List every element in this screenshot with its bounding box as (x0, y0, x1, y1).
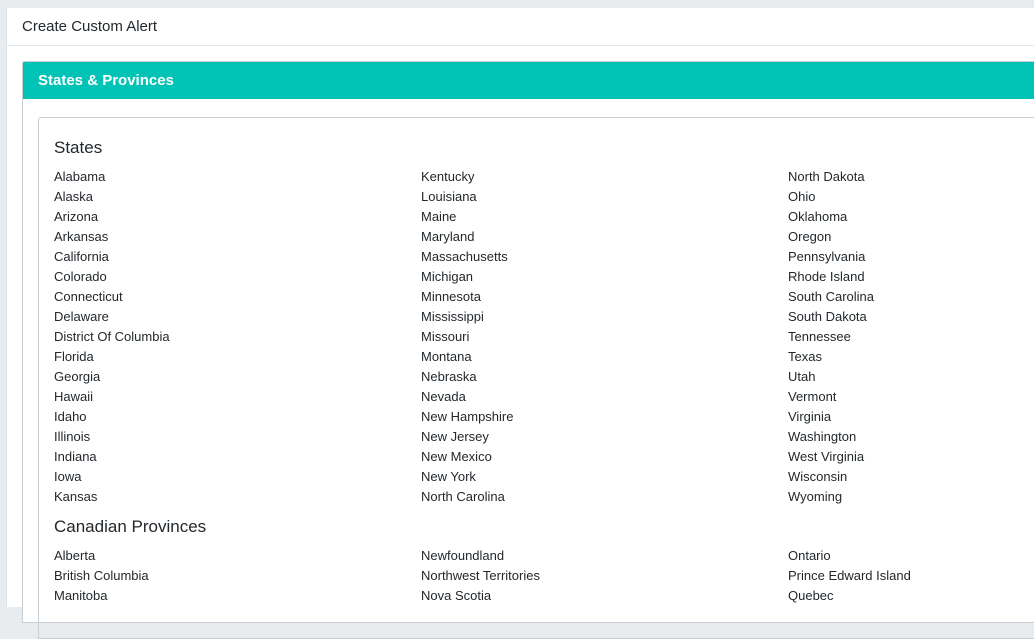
state-item[interactable]: Wyoming (788, 487, 1034, 507)
state-item[interactable]: North Carolina (421, 487, 788, 507)
state-item[interactable]: New York (421, 467, 788, 487)
province-item[interactable]: Ontario (788, 546, 1034, 566)
state-item[interactable]: Alabama (54, 167, 421, 187)
state-item[interactable]: Delaware (54, 307, 421, 327)
state-item[interactable]: Rhode Island (788, 267, 1034, 287)
state-item[interactable]: Illinois (54, 427, 421, 447)
card-title: States & Provinces (38, 72, 174, 89)
state-item[interactable]: South Dakota (788, 307, 1034, 327)
state-item[interactable]: Oregon (788, 227, 1034, 247)
province-item[interactable]: Manitoba (54, 586, 421, 606)
state-item[interactable]: California (54, 247, 421, 267)
state-item[interactable]: Georgia (54, 367, 421, 387)
state-item[interactable]: Mississippi (421, 307, 788, 327)
states-list: Alabama Alaska Arizona Arkansas California Co… (54, 167, 1034, 507)
region-panel: States Alabama Alaska Arizona Arkansas Calif… (38, 117, 1034, 639)
state-item[interactable]: Florida (54, 347, 421, 367)
state-item[interactable]: Utah (788, 367, 1034, 387)
state-item[interactable]: Maryland (421, 227, 788, 247)
state-item[interactable]: Tennessee (788, 327, 1034, 347)
state-item[interactable]: Texas (788, 347, 1034, 367)
state-item[interactable]: Indiana (54, 447, 421, 467)
state-item[interactable]: Hawaii (54, 387, 421, 407)
state-item[interactable]: North Dakota (788, 167, 1034, 187)
state-item[interactable]: South Carolina (788, 287, 1034, 307)
state-item[interactable]: Minnesota (421, 287, 788, 307)
state-item[interactable]: Virginia (788, 407, 1034, 427)
province-item[interactable]: British Columbia (54, 566, 421, 586)
state-item[interactable]: Nevada (421, 387, 788, 407)
province-item[interactable]: Prince Edward Island (788, 566, 1034, 586)
state-item[interactable]: Missouri (421, 327, 788, 347)
state-item[interactable]: West Virginia (788, 447, 1034, 467)
state-item[interactable]: New Hampshire (421, 407, 788, 427)
province-item[interactable]: Nova Scotia (421, 586, 788, 606)
state-item[interactable]: Pennsylvania (788, 247, 1034, 267)
state-item[interactable]: Iowa (54, 467, 421, 487)
state-item[interactable]: New Jersey (421, 427, 788, 447)
state-item[interactable]: Maine (421, 207, 788, 227)
state-item[interactable]: Ohio (788, 187, 1034, 207)
state-item[interactable]: District Of Columbia (54, 327, 421, 347)
state-item[interactable]: Kansas (54, 487, 421, 507)
state-item[interactable]: Michigan (421, 267, 788, 287)
state-item[interactable]: Louisiana (421, 187, 788, 207)
province-item[interactable]: Alberta (54, 546, 421, 566)
state-item[interactable]: Arkansas (54, 227, 421, 247)
states-provinces-card: States & Provinces States Alabama Alaska A… (22, 61, 1034, 639)
province-item[interactable]: Northwest Territories (421, 566, 788, 586)
state-item[interactable]: Idaho (54, 407, 421, 427)
state-item[interactable]: New Mexico (421, 447, 788, 467)
state-item[interactable]: Washington (788, 427, 1034, 447)
states-section-title: States (54, 138, 103, 157)
state-item[interactable]: Nebraska (421, 367, 788, 387)
page-title: Create Custom Alert (22, 18, 158, 35)
state-item[interactable]: Wisconsin (788, 467, 1034, 487)
province-item[interactable]: Newfoundland (421, 546, 788, 566)
state-item[interactable]: Kentucky (421, 167, 788, 187)
province-item[interactable]: Quebec (788, 586, 1034, 606)
provinces-section-title: Canadian Provinces (54, 517, 207, 536)
state-item[interactable]: Arizona (54, 207, 421, 227)
page-header: Create Custom Alert (7, 8, 1034, 46)
state-item[interactable]: Colorado (54, 267, 421, 287)
state-item[interactable]: Vermont (788, 387, 1034, 407)
state-item[interactable]: Connecticut (54, 287, 421, 307)
state-item[interactable]: Massachusetts (421, 247, 788, 267)
page-container: Create Custom Alert States & Provinces S… (6, 8, 1034, 639)
provinces-list: Alberta British Columbia Manitoba Newfoundl… (54, 546, 1034, 606)
card-header: States & Provinces (23, 62, 1034, 99)
state-item[interactable]: Alaska (54, 187, 421, 207)
state-item[interactable]: Oklahoma (788, 207, 1034, 227)
state-item[interactable]: Montana (421, 347, 788, 367)
